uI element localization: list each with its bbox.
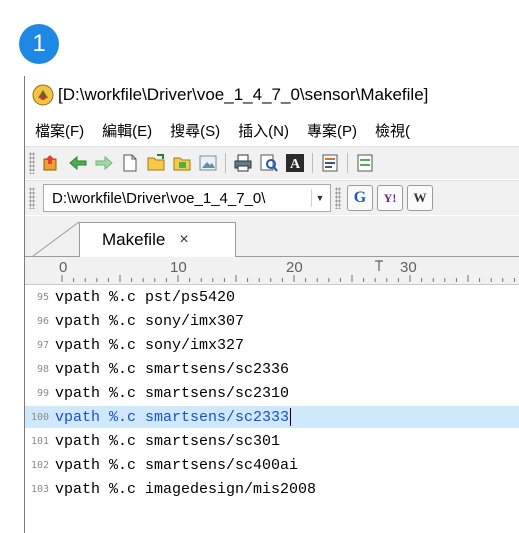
toolbar-separator bbox=[312, 153, 313, 173]
ruler-caret-marker bbox=[375, 260, 383, 271]
line-number: 97 bbox=[36, 339, 49, 351]
code-text: vpath %.c smartsens/sc400ai bbox=[55, 456, 299, 474]
line-number: 96 bbox=[36, 315, 49, 327]
back-arrow-icon[interactable] bbox=[67, 152, 89, 174]
code-text: vpath %.c sony/imx307 bbox=[55, 312, 245, 330]
code-text: vpath %.c smartsens/sc301 bbox=[55, 432, 281, 450]
line-number: 95 bbox=[36, 291, 49, 303]
pc-upload-icon[interactable] bbox=[41, 152, 63, 174]
line-number: 98 bbox=[36, 363, 49, 375]
code-text: vpath %.c smartsens/sc2333 bbox=[55, 408, 290, 426]
open-folder-icon[interactable] bbox=[145, 152, 167, 174]
addressbar-grip-icon[interactable] bbox=[29, 187, 35, 209]
tab-label: Makefile bbox=[102, 230, 166, 249]
toolbar-separator bbox=[347, 153, 348, 173]
code-text: vpath %.c smartsens/sc2310 bbox=[55, 384, 290, 402]
line-number: 103 bbox=[30, 483, 49, 495]
ruler-label: 30 bbox=[400, 259, 417, 276]
line-number: 102 bbox=[30, 459, 49, 471]
menu-edit[interactable]: 編輯(E) bbox=[102, 120, 152, 141]
menu-project[interactable]: 專案(P) bbox=[307, 120, 357, 141]
app-icon bbox=[32, 84, 54, 106]
code-text: vpath %.c pst/ps5420 bbox=[55, 288, 236, 306]
editor-window: [D:\workfile\Driver\voe_1_4_7_0\sensor\M… bbox=[24, 76, 519, 533]
new-file-icon[interactable] bbox=[119, 152, 141, 174]
ruler-ticks bbox=[61, 260, 515, 282]
code-line[interactable]: 103 vpath %.c imagedesign/mis2008 bbox=[25, 478, 519, 500]
menu-insert[interactable]: 插入(N) bbox=[238, 120, 289, 141]
address-bar: D:\workfile\Driver\voe_1_4_7_0\ ▼ G Y! W bbox=[25, 180, 519, 215]
line-number: 101 bbox=[30, 435, 49, 447]
step-number-badge: 1 bbox=[19, 24, 59, 64]
menu-view[interactable]: 檢視( bbox=[375, 120, 410, 141]
path-value: D:\workfile\Driver\voe_1_4_7_0\ bbox=[52, 189, 266, 207]
toolbar-separator bbox=[225, 153, 226, 173]
window-title: [D:\workfile\Driver\voe_1_4_7_0\sensor\M… bbox=[58, 85, 429, 104]
code-text: vpath %.c imagedesign/mis2008 bbox=[55, 480, 317, 498]
close-icon[interactable]: × bbox=[179, 231, 188, 249]
ruler-label: 20 bbox=[286, 259, 303, 276]
forward-arrow-icon[interactable] bbox=[93, 152, 115, 174]
image-icon[interactable] bbox=[197, 152, 219, 174]
tab-strip: Makefile × bbox=[25, 216, 519, 257]
compare-doc-icon[interactable] bbox=[354, 152, 376, 174]
menu-file[interactable]: 檔案(F) bbox=[35, 120, 84, 141]
menu-search[interactable]: 搜尋(S) bbox=[170, 120, 220, 141]
column-ruler: 0 10 20 30 bbox=[25, 257, 519, 285]
main-toolbar: A bbox=[25, 146, 519, 179]
current-code-line[interactable]: 100 vpath %.c smartsens/sc2333 bbox=[25, 406, 519, 428]
svg-text:A: A bbox=[290, 157, 301, 172]
menu-bar: 檔案(F) 編輯(E) 搜尋(S) 插入(N) 專案(P) 檢視( bbox=[25, 116, 519, 144]
wikipedia-search-button[interactable]: W bbox=[407, 185, 433, 211]
title-bar: [D:\workfile\Driver\voe_1_4_7_0\sensor\M… bbox=[25, 80, 519, 110]
print-icon[interactable] bbox=[232, 152, 254, 174]
code-line[interactable]: 99 vpath %.c smartsens/sc2310 bbox=[25, 382, 519, 404]
code-line[interactable]: 98 vpath %.c smartsens/sc2336 bbox=[25, 358, 519, 380]
ruler-label: 0 bbox=[59, 259, 68, 276]
code-line[interactable]: 96 vpath %.c sony/imx307 bbox=[25, 310, 519, 332]
font-icon[interactable]: A bbox=[284, 152, 306, 174]
code-editor[interactable]: 95 vpath %.c pst/ps5420 96 vpath %.c sony/i… bbox=[25, 286, 519, 533]
code-text: vpath %.c sony/imx327 bbox=[55, 336, 245, 354]
code-line[interactable]: 102 vpath %.c smartsens/sc400ai bbox=[25, 454, 519, 476]
yahoo-search-button[interactable]: Y! bbox=[377, 185, 403, 211]
chevron-down-icon[interactable]: ▼ bbox=[311, 189, 328, 207]
searchbar-grip-icon[interactable] bbox=[335, 187, 341, 209]
code-line[interactable]: 97 vpath %.c sony/imx327 bbox=[25, 334, 519, 356]
print-preview-icon[interactable] bbox=[258, 152, 280, 174]
tab-makefile[interactable]: Makefile × bbox=[79, 222, 236, 257]
code-text: vpath %.c smartsens/sc2336 bbox=[55, 360, 290, 378]
line-number: 99 bbox=[36, 387, 49, 399]
line-number: 100 bbox=[30, 411, 49, 423]
project-folder-icon[interactable] bbox=[171, 152, 193, 174]
ruler-label: 10 bbox=[170, 259, 187, 276]
path-combobox[interactable]: D:\workfile\Driver\voe_1_4_7_0\ ▼ bbox=[43, 184, 331, 212]
text-cursor bbox=[290, 408, 292, 426]
code-line[interactable]: 95 vpath %.c pst/ps5420 bbox=[25, 286, 519, 308]
tab-strip-corner bbox=[32, 221, 80, 256]
toolbar-grip-icon[interactable] bbox=[29, 152, 35, 174]
google-search-button[interactable]: G bbox=[347, 185, 373, 211]
code-line[interactable]: 101 vpath %.c smartsens/sc301 bbox=[25, 430, 519, 452]
document-list-icon[interactable] bbox=[319, 152, 341, 174]
